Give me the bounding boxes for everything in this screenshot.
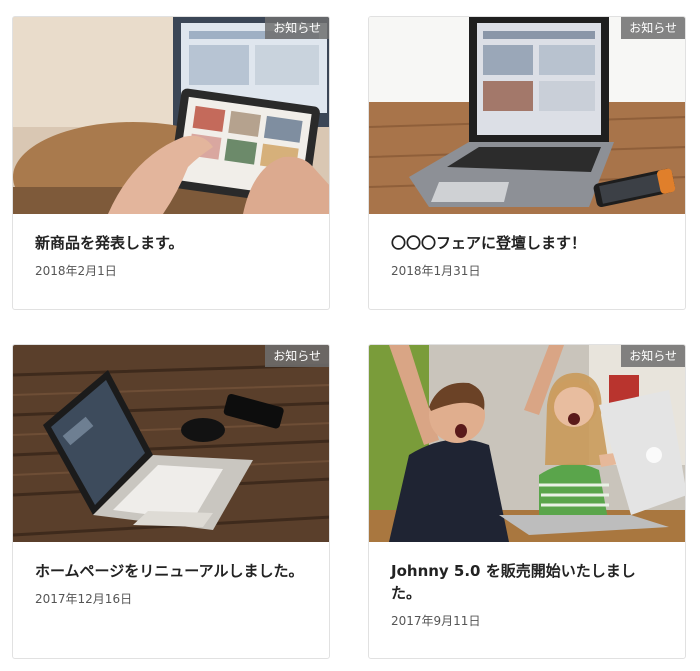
post-card[interactable]: お知らせ 新商品を発表します。 2018年2月1日 [12, 16, 330, 310]
post-thumbnail[interactable]: お知らせ [13, 345, 329, 542]
kids-cheering-photo [369, 345, 685, 542]
post-date: 2018年1月31日 [391, 264, 481, 278]
post-card[interactable]: お知らせ 〇〇〇フェアに登壇します！ 2018年1月31日 [368, 16, 686, 310]
post-title[interactable]: Johnny 5.0 を販売開始いたしました。 [391, 560, 663, 604]
post-thumbnail[interactable]: お知らせ [13, 17, 329, 214]
post-thumbnail[interactable]: お知らせ [369, 17, 685, 214]
category-badge: お知らせ [265, 17, 329, 39]
post-card[interactable]: お知らせ ホームページをリニューアルしました。 2017年12月16日 [12, 344, 330, 659]
post-date: 2017年12月16日 [35, 592, 133, 606]
post-date: 2017年9月11日 [391, 614, 481, 628]
post-grid: お知らせ 新商品を発表します。 2018年2月1日 お知らせ 〇〇〇フェアに登壇… [0, 0, 700, 671]
post-thumbnail[interactable]: お知らせ [369, 345, 685, 542]
post-title[interactable]: 〇〇〇フェアに登壇します！ [391, 232, 663, 254]
post-title[interactable]: 新商品を発表します。 [35, 232, 307, 254]
laptop-phone-photo [369, 17, 685, 214]
category-badge: お知らせ [621, 345, 685, 367]
post-title[interactable]: ホームページをリニューアルしました。 [35, 560, 307, 582]
hands-tablet-photo [13, 17, 329, 214]
post-card[interactable]: お知らせ Johnny 5.0 を販売開始いたしました。 2017年9月11日 [368, 344, 686, 659]
post-date: 2018年2月1日 [35, 264, 117, 278]
category-badge: お知らせ [265, 345, 329, 367]
laptop-mouse-photo [13, 345, 329, 542]
category-badge: お知らせ [621, 17, 685, 39]
